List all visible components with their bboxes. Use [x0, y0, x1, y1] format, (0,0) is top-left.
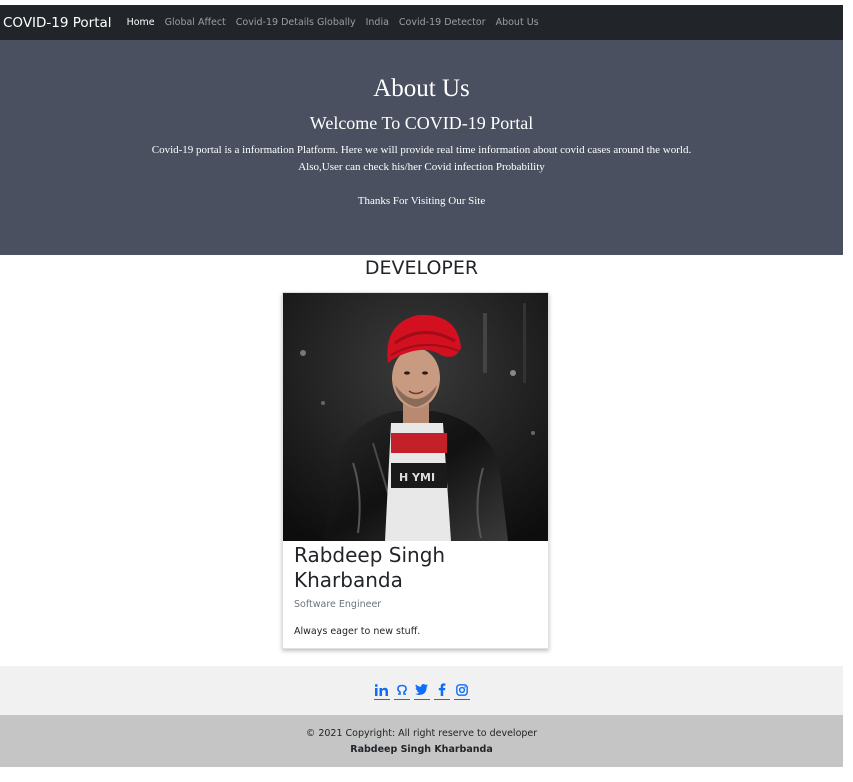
nav-link-india[interactable]: India: [366, 17, 389, 28]
nav-link-covid-detector[interactable]: Covid-19 Detector: [399, 17, 486, 28]
about-hero: About Us Welcome To COVID-19 Portal Covi…: [0, 40, 843, 255]
page-title: About Us: [373, 75, 470, 102]
copyright-text: © 2021 Copyright: All right reserve to d…: [305, 728, 538, 739]
twitter-icon[interactable]: [413, 682, 430, 700]
navbar-brand[interactable]: COVID-19 Portal: [3, 15, 112, 31]
developer-role: Software Engineer: [294, 599, 382, 610]
nav-link-about-us[interactable]: About Us: [496, 17, 539, 28]
about-description-line-2: Also,User can check his/her Covid infect…: [298, 161, 545, 173]
developer-name: Rabdeep Singh Kharbanda: [294, 543, 446, 592]
linkedin-icon[interactable]: [373, 682, 390, 700]
github-icon[interactable]: [393, 682, 410, 700]
about-description: Covid-19 portal is a information Platfor…: [0, 142, 843, 176]
social-links-bar: [0, 666, 843, 715]
top-navbar: COVID-19 Portal Home Global Affect Covid…: [0, 5, 843, 40]
nav-link-global-affect[interactable]: Global Affect: [165, 17, 226, 28]
developer-heading: DEVELOPER: [364, 257, 479, 279]
thanks-text: Thanks For Visiting Our Site: [357, 195, 486, 207]
instagram-icon[interactable]: [453, 682, 470, 700]
copyright-footer: © 2021 Copyright: All right reserve to d…: [0, 715, 843, 767]
about-description-line-1: Covid-19 portal is a information Platfor…: [151, 144, 692, 156]
nav-link-covid-details-globally[interactable]: Covid-19 Details Globally: [236, 17, 356, 28]
developer-card: H YMI Rabdeep Singh Kharbanda Software E…: [282, 292, 549, 649]
developer-photo: H YMI: [283, 293, 548, 541]
copyright-developer-name: Rabdeep Singh Kharbanda: [350, 744, 493, 755]
welcome-subtitle: Welcome To COVID-19 Portal: [309, 113, 534, 133]
svg-text:H YMI: H YMI: [399, 471, 435, 484]
nav-link-home[interactable]: Home: [127, 17, 155, 28]
facebook-icon[interactable]: [433, 682, 450, 700]
developer-bio: Always eager to new stuff.: [294, 626, 421, 637]
